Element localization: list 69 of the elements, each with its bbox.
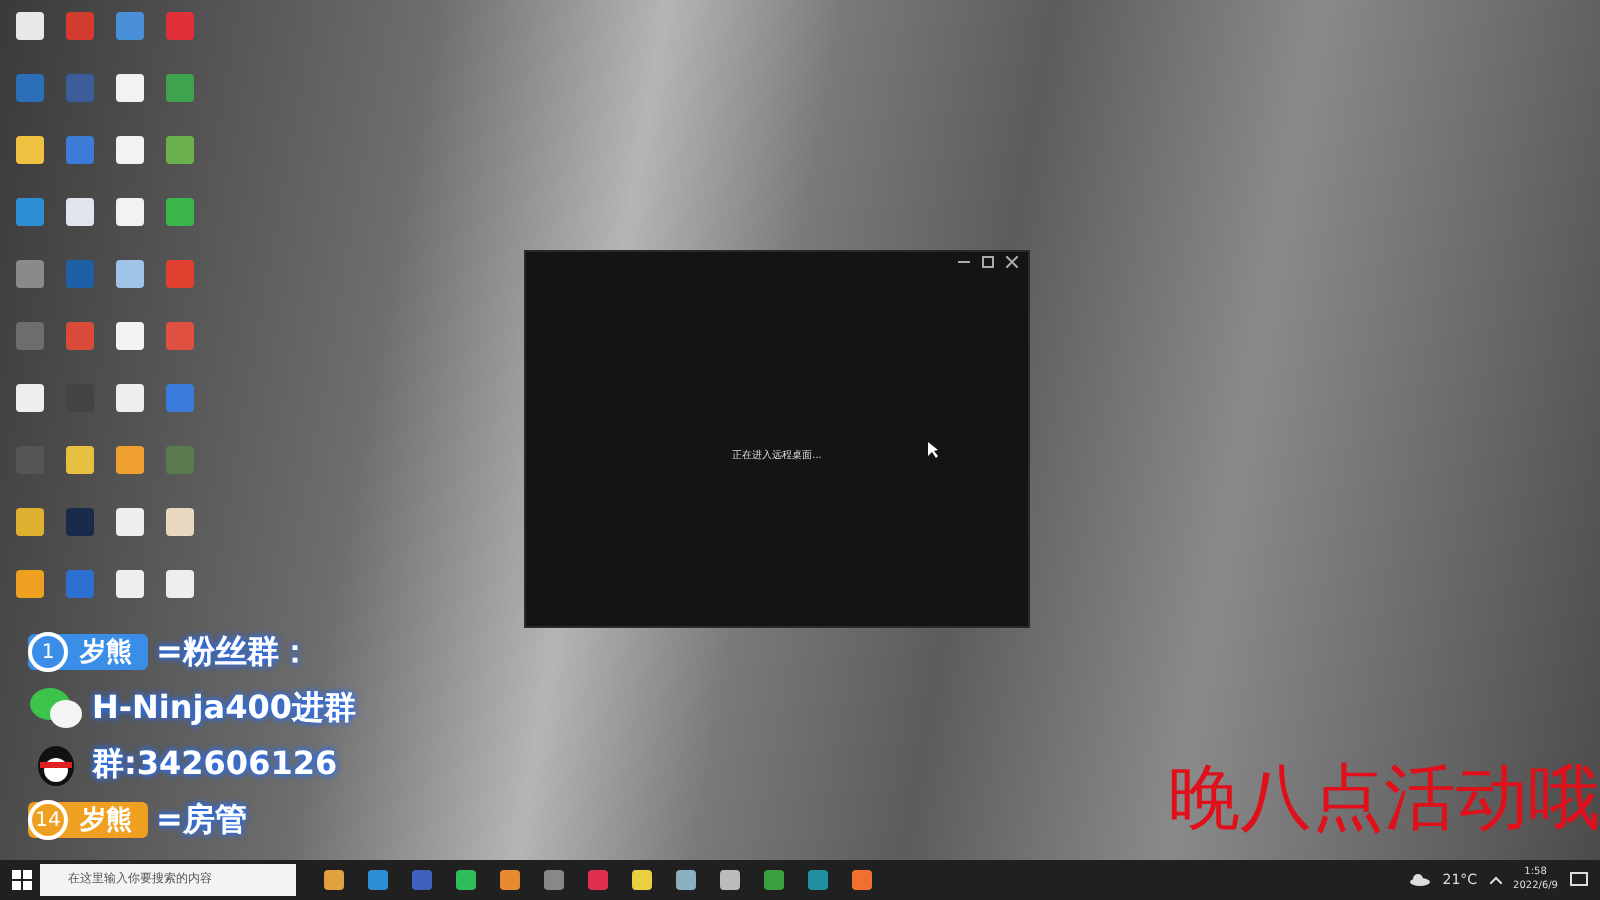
taskbar-app-icon[interactable] (368, 870, 388, 890)
taskbar-app-icon[interactable] (764, 870, 784, 890)
taskbar-app-icon[interactable] (808, 870, 828, 890)
desktop-icon[interactable] (166, 74, 194, 102)
desktop-icon[interactable] (16, 74, 44, 102)
windows-icon[interactable] (12, 870, 32, 890)
level-number: 14 (28, 800, 68, 840)
desktop-icon[interactable] (66, 322, 94, 350)
desktop-icon[interactable] (116, 260, 144, 288)
maximize-icon[interactable] (982, 256, 994, 268)
badge-name: 岁熊 (80, 803, 132, 838)
desktop-icon[interactable] (116, 570, 144, 598)
desktop-icon[interactable] (66, 74, 94, 102)
taskbar-app-icon[interactable] (588, 870, 608, 890)
taskbar-app-icon[interactable] (544, 870, 564, 890)
desktop-icon[interactable] (116, 198, 144, 226)
desktop-icon[interactable] (166, 570, 194, 598)
taskbar-app-icon[interactable] (676, 870, 696, 890)
taskbar-app-icon[interactable] (412, 870, 432, 890)
desktop-icon[interactable] (16, 12, 44, 40)
notification-icon[interactable] (1570, 872, 1588, 888)
desktop-icon[interactable] (16, 136, 44, 164)
taskbar-app-icon[interactable] (500, 870, 520, 890)
overlay-text: 群:342606126 (92, 743, 338, 785)
desktop-icon[interactable] (66, 198, 94, 226)
banner-text: 晚八点活动哦 (1168, 756, 1600, 844)
desktop-icon[interactable] (166, 260, 194, 288)
overlay-text: =房管 (156, 799, 247, 841)
desktop-icon[interactable] (16, 508, 44, 536)
taskbar-app-icon[interactable] (632, 870, 652, 890)
desktop-icon[interactable] (66, 260, 94, 288)
desktop-icon[interactable] (116, 322, 144, 350)
taskbar-app-icon[interactable] (720, 870, 740, 890)
desktop-icon[interactable] (66, 446, 94, 474)
taskbar-app-icon[interactable] (852, 870, 872, 890)
desktop-icon[interactable] (166, 198, 194, 226)
desktop-icon[interactable] (16, 260, 44, 288)
close-icon[interactable] (1006, 256, 1018, 268)
desktop-icon[interactable] (116, 74, 144, 102)
desktop-icon[interactable] (66, 12, 94, 40)
desktop-icon[interactable] (166, 322, 194, 350)
desktop-icon[interactable] (166, 384, 194, 412)
overlay-text: =粉丝群： (156, 631, 311, 673)
desktop-icon[interactable] (16, 198, 44, 226)
taskbar-app-icon[interactable] (456, 870, 476, 890)
overlay-text: H-Ninja400进群 (92, 687, 356, 729)
desktop-icon[interactable] (116, 446, 144, 474)
desktop-icon[interactable] (166, 508, 194, 536)
taskbar-app-icon[interactable] (324, 870, 344, 890)
desktop-icon[interactable] (66, 136, 94, 164)
desktop-icon[interactable] (116, 12, 144, 40)
chevron-up-icon[interactable] (1489, 876, 1502, 884)
badge-name: 岁熊 (80, 635, 132, 670)
minimize-icon[interactable] (958, 256, 970, 268)
cloud-icon (1410, 874, 1431, 886)
desktop-icon[interactable] (166, 446, 194, 474)
desktop-icon[interactable] (166, 136, 194, 164)
level-number: 1 (28, 632, 68, 672)
desktop-icon[interactable] (66, 570, 94, 598)
chat-bubbles-icon (28, 686, 84, 730)
cursor-icon (928, 442, 938, 458)
desktop-icon[interactable] (116, 384, 144, 412)
desktop-icon[interactable] (116, 136, 144, 164)
desktop-icon[interactable] (166, 12, 194, 40)
desktop-icon[interactable] (116, 508, 144, 536)
desktop-icon[interactable] (16, 384, 44, 412)
desktop-icon[interactable] (16, 570, 44, 598)
desktop-icon[interactable] (66, 508, 94, 536)
desktop-icon[interactable] (16, 322, 44, 350)
